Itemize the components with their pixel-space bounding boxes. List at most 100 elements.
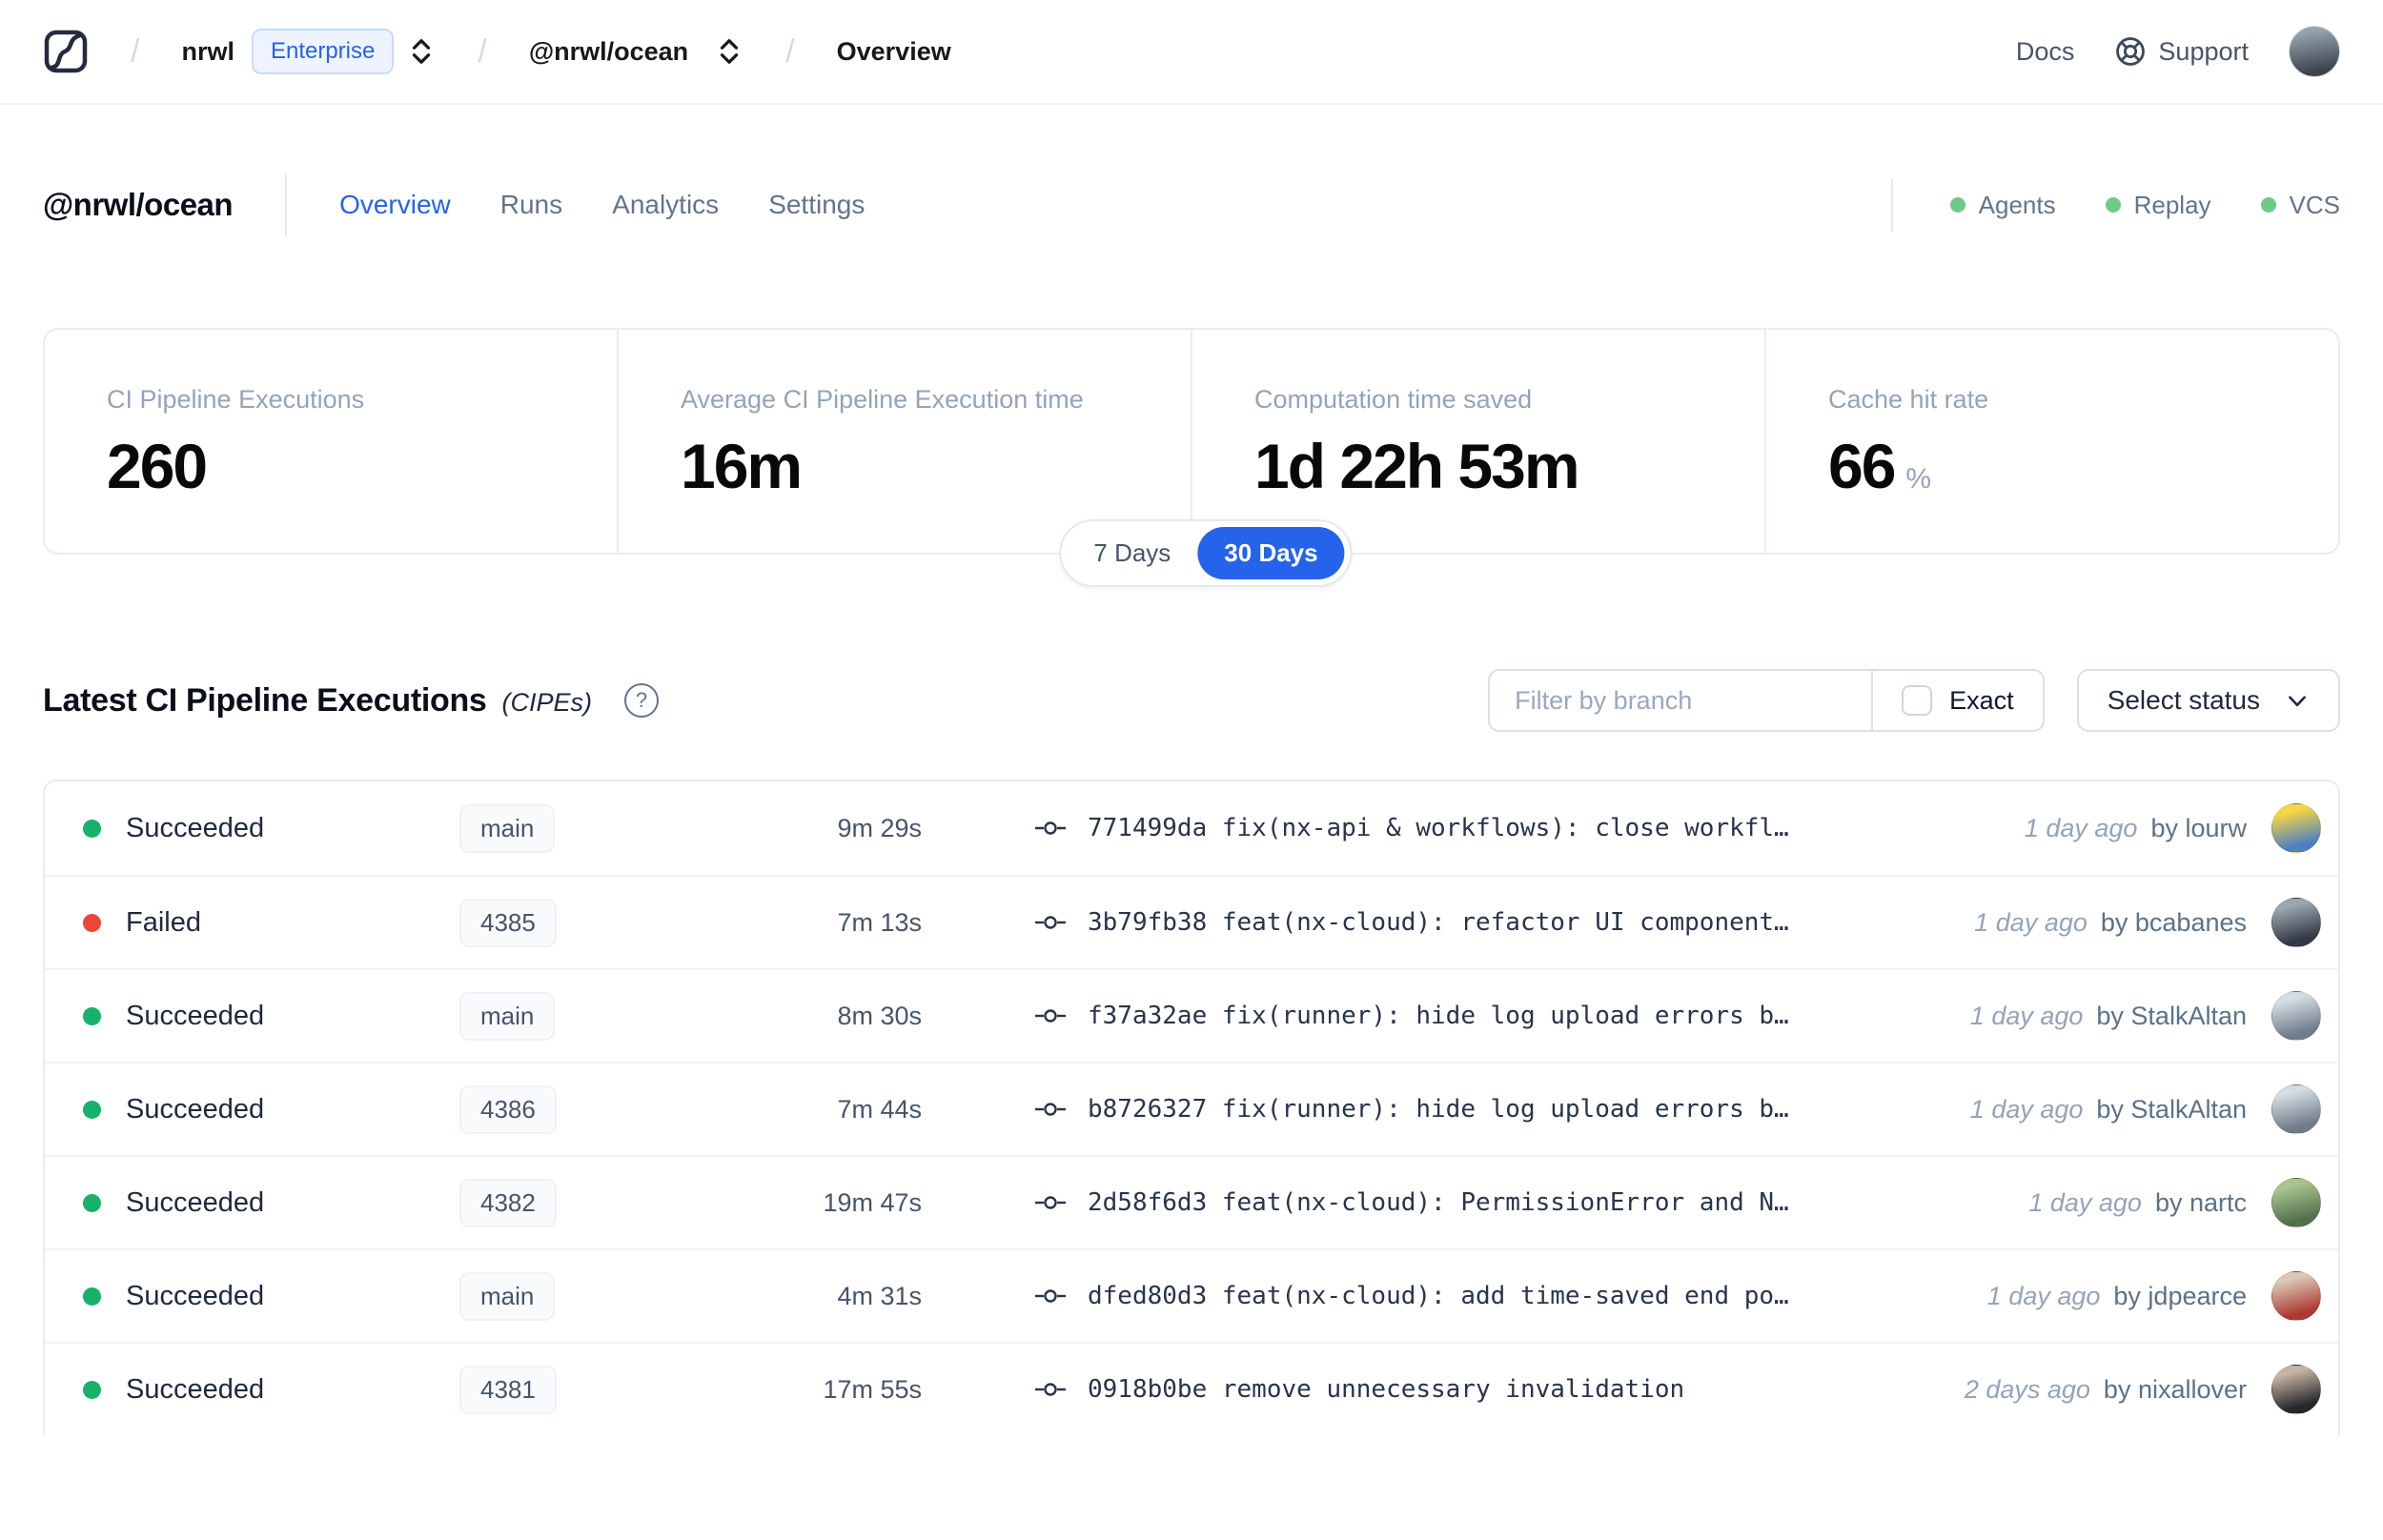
chevron-down-icon (2285, 688, 2310, 713)
commit-message[interactable]: f37a32ae fix(runner): hide log upload er… (1088, 1002, 1789, 1030)
commit-message[interactable]: 0918b0be remove unnecessary invalidation (1088, 1375, 1684, 1404)
branch-badge[interactable]: 4385 (459, 898, 557, 947)
stat-suffix: % (1905, 463, 1932, 495)
stat-value: 260 (107, 431, 208, 501)
commit-icon (1034, 913, 1067, 932)
branch-badge[interactable]: main (459, 991, 556, 1041)
top-navbar: / nrwl Enterprise / @nrwl/ocean / Overvi… (0, 0, 2383, 105)
workspace-selector-icon[interactable] (715, 35, 743, 68)
table-row[interactable]: Succeeded 4382 19m 47s 2d58f6d3 feat(nx-… (45, 1155, 2338, 1248)
stat-label: Cache hit rate (1828, 385, 1989, 414)
green-dot-icon (1949, 197, 1965, 213)
tab-settings[interactable]: Settings (768, 190, 865, 220)
table-row[interactable]: Succeeded main 8m 30s f37a32ae fix(runne… (45, 968, 2338, 1062)
status-dot-icon (83, 1193, 101, 1212)
table-row[interactable]: Succeeded main 9m 29s 771499da fix(nx-ap… (45, 781, 2338, 875)
help-icon[interactable]: ? (624, 683, 660, 718)
green-dot-icon (2105, 197, 2121, 213)
status-label: Succeeded (126, 1373, 265, 1405)
time-ago: 1 day ago (1986, 1281, 2101, 1310)
indicator-agents: Agents (1949, 191, 2056, 220)
stat-value: 66 (1828, 431, 1896, 501)
status-select-dropdown[interactable]: Select status (2076, 669, 2340, 732)
avatar (2271, 803, 2321, 853)
tab-overview[interactable]: Overview (339, 190, 451, 220)
stat-label: CI Pipeline Executions (107, 385, 365, 414)
author: by jdpearce (2113, 1281, 2247, 1310)
branch-badge[interactable]: main (459, 803, 556, 853)
duration: 17m 55s (823, 1374, 922, 1404)
tab-runs[interactable]: Runs (500, 190, 562, 220)
time-ago: 1 day ago (2028, 1187, 2142, 1217)
commit-message[interactable]: 771499da fix(nx-api & workflows): close … (1088, 814, 1789, 842)
stat-card-cache-hit: Cache hit rate 66% (1764, 330, 2338, 553)
status-label: Failed (126, 906, 201, 938)
time-ago: 2 days ago (1964, 1374, 2090, 1404)
commit-message[interactable]: 2d58f6d3 feat(nx-cloud): PermissionError… (1088, 1188, 1789, 1217)
author: by lourw (2150, 813, 2247, 842)
table-row[interactable]: Succeeded 4381 17m 55s 0918b0be remove u… (45, 1342, 2338, 1435)
time-ago: 1 day ago (2024, 813, 2138, 842)
author: by nixallover (2103, 1374, 2247, 1404)
user-avatar[interactable] (2289, 26, 2340, 77)
branch-filter-input[interactable] (1490, 671, 1872, 730)
date-range-toggle: 7 Days 30 Days (1059, 519, 1353, 587)
status-label: Succeeded (126, 1093, 265, 1125)
time-ago: 1 day ago (1969, 1001, 2084, 1030)
breadcrumb-page: Overview (836, 36, 951, 66)
divider (285, 173, 288, 236)
commit-message[interactable]: 3b79fb38 feat(nx-cloud): refactor UI com… (1088, 908, 1789, 937)
workspace-tabs: Overview Runs Analytics Settings (339, 190, 865, 220)
avatar (2271, 1084, 2321, 1134)
commit-icon (1034, 1100, 1067, 1119)
author: by bcabanes (2100, 907, 2247, 937)
commit-message[interactable]: b8726327 fix(runner): hide log upload er… (1088, 1095, 1789, 1124)
breadcrumb-workspace[interactable]: @nrwl/ocean (529, 37, 688, 67)
branch-filter-group: Exact (1488, 669, 2045, 732)
branch-badge[interactable]: 4386 (459, 1084, 557, 1134)
branch-badge[interactable]: 4382 (459, 1178, 557, 1227)
section-title: Latest CI Pipeline Executions (43, 681, 487, 719)
lifebuoy-icon (2114, 35, 2147, 68)
support-link[interactable]: Support (2114, 35, 2249, 68)
status-label: Succeeded (126, 1000, 265, 1031)
service-indicators: Agents Replay VCS (1949, 191, 2340, 220)
org-selector-icon[interactable] (407, 35, 436, 68)
author: by nartc (2154, 1187, 2247, 1217)
commit-message[interactable]: dfed80d3 feat(nx-cloud): add time-saved … (1088, 1282, 1789, 1310)
exact-checkbox[interactable] (1902, 685, 1933, 716)
avatar (2271, 991, 2321, 1041)
range-7-days-button[interactable]: 7 Days (1067, 527, 1197, 579)
status-dot-icon (83, 1380, 101, 1399)
table-row[interactable]: Succeeded 4386 7m 44s b8726327 fix(runne… (45, 1062, 2338, 1155)
page-header: @nrwl/ocean Overview Runs Analytics Sett… (0, 173, 2383, 236)
section-title-suffix: (CIPEs) (501, 687, 593, 717)
commit-icon (1034, 1006, 1067, 1025)
duration: 4m 31s (837, 1281, 922, 1310)
branch-badge[interactable]: 4381 (459, 1365, 557, 1414)
branch-badge[interactable]: main (459, 1271, 556, 1321)
divider (1890, 178, 1893, 232)
green-dot-icon (2260, 197, 2276, 213)
time-ago: 1 day ago (1969, 1094, 2084, 1124)
indicator-replay: Replay (2105, 191, 2211, 220)
status-label: Succeeded (126, 1280, 265, 1311)
avatar (2271, 1365, 2321, 1414)
stat-label: Computation time saved (1254, 385, 1533, 414)
cipe-table-body: Succeeded main 9m 29s 771499da fix(nx-ap… (45, 781, 2338, 1435)
docs-link[interactable]: Docs (2016, 37, 2075, 67)
breadcrumb-org[interactable]: nrwl (181, 37, 234, 67)
tab-analytics[interactable]: Analytics (612, 190, 719, 220)
duration: 19m 47s (823, 1187, 922, 1217)
nx-logo[interactable] (43, 29, 89, 74)
status-dot-icon (83, 1100, 101, 1119)
time-ago: 1 day ago (1974, 907, 2088, 937)
range-30-days-button[interactable]: 30 Days (1197, 527, 1345, 579)
table-row[interactable]: Succeeded main 4m 31s dfed80d3 feat(nx-c… (45, 1248, 2338, 1342)
table-row[interactable]: Failed 4385 7m 13s 3b79fb38 feat(nx-clou… (45, 875, 2338, 968)
commit-icon (1034, 1287, 1067, 1306)
duration: 7m 44s (837, 1094, 922, 1124)
commit-icon (1034, 1380, 1067, 1399)
cipe-table: Succeeded main 9m 29s 771499da fix(nx-ap… (43, 780, 2340, 1435)
avatar (2271, 898, 2321, 947)
